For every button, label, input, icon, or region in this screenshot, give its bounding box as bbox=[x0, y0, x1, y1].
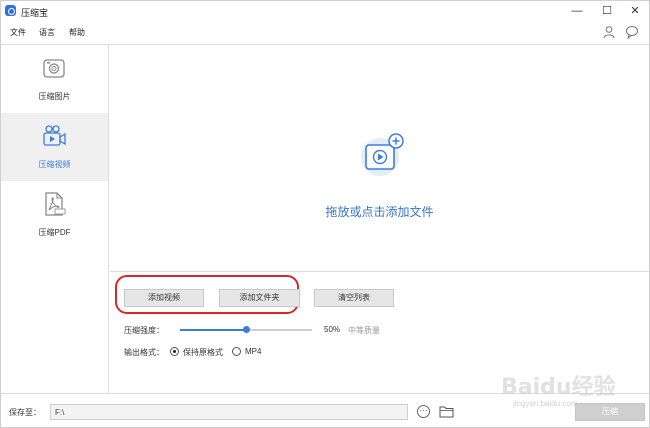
sidebar-item-label: 压缩图片 bbox=[38, 92, 71, 101]
compression-value: 50% bbox=[324, 325, 341, 334]
menu-help[interactable]: 帮助 bbox=[69, 27, 85, 38]
drop-zone-text: 拖放或点击添加文件 bbox=[325, 205, 434, 219]
folder-icon[interactable] bbox=[439, 405, 454, 418]
compress-button[interactable]: 压缩 bbox=[575, 403, 645, 421]
compression-quality: 中等质量 bbox=[348, 326, 380, 335]
sidebar-item-compress-image[interactable]: 压缩图片 bbox=[1, 45, 108, 113]
close-button[interactable]: ✕ bbox=[625, 3, 645, 19]
watermark-logo: Baidu经验 bbox=[501, 375, 616, 400]
sidebar-item-label: 压缩视频 bbox=[38, 160, 71, 169]
app-title: 压缩宝 bbox=[21, 8, 49, 18]
maximize-button[interactable]: ☐ bbox=[597, 3, 617, 19]
slider-thumb[interactable] bbox=[242, 326, 250, 333]
minimize-button[interactable]: — bbox=[567, 3, 587, 19]
camera-icon bbox=[43, 59, 65, 78]
save-to-label: 保存至： bbox=[9, 408, 41, 417]
sidebar: 压缩图片 压缩视频 压缩PDF bbox=[1, 45, 109, 393]
dropzone-divider bbox=[110, 271, 649, 272]
menu-file[interactable]: 文件 bbox=[10, 27, 26, 38]
user-icon[interactable] bbox=[602, 25, 616, 39]
file-drop-zone[interactable]: 拖放或点击添加文件 bbox=[110, 45, 649, 271]
browse-more-button[interactable]: ··· bbox=[417, 405, 430, 418]
app-logo-icon bbox=[5, 5, 16, 16]
add-video-button[interactable]: 添加视频 bbox=[124, 289, 204, 307]
sidebar-item-compress-video[interactable]: 压缩视频 bbox=[1, 113, 108, 181]
sidebar-item-label: 压缩PDF bbox=[38, 228, 71, 237]
radio-keep-format[interactable] bbox=[170, 347, 179, 356]
compression-strength-label: 压缩强度： bbox=[124, 326, 164, 335]
menu-language[interactable]: 语言 bbox=[39, 27, 55, 38]
add-folder-button[interactable]: 添加文件夹 bbox=[219, 289, 300, 307]
slider-fill bbox=[180, 329, 246, 331]
menu-bar: 文件 语言 帮助 bbox=[1, 23, 649, 43]
chat-icon[interactable] bbox=[625, 25, 639, 39]
save-path-input[interactable] bbox=[50, 404, 408, 420]
radio-mp4-label[interactable]: MP4 bbox=[245, 347, 261, 356]
radio-mp4[interactable] bbox=[232, 347, 241, 356]
sidebar-item-compress-pdf[interactable]: 压缩PDF bbox=[1, 181, 108, 249]
add-video-icon bbox=[361, 133, 404, 176]
video-camera-icon bbox=[43, 125, 66, 146]
output-format-label: 输出格式： bbox=[124, 348, 164, 357]
title-bar: 压缩宝 — ☐ ✕ bbox=[1, 1, 649, 21]
app-window: 压缩宝 — ☐ ✕ 文件 语言 帮助 压缩图片 压缩视频 压缩PDF 拖放或点击… bbox=[0, 0, 650, 428]
radio-keep-format-label[interactable]: 保持原格式 bbox=[183, 347, 223, 358]
clear-list-button[interactable]: 清空列表 bbox=[314, 289, 394, 307]
pdf-icon bbox=[45, 192, 66, 216]
watermark-url: jingyan.baidu.com bbox=[513, 399, 578, 408]
